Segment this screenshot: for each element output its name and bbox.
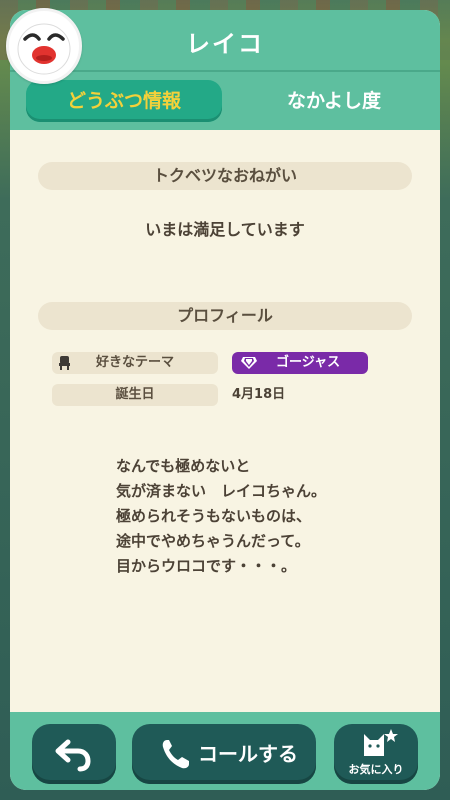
special-request-text: いまは満足しています: [145, 220, 305, 239]
back-button[interactable]: [32, 724, 116, 784]
favorite-button[interactable]: お気に入り: [334, 724, 418, 784]
favorite-theme-value: ゴージャス: [232, 352, 368, 374]
panel-content: トクベツなおねがい いまは満足しています プロフィール 好きなテーマ ゴージャス…: [10, 130, 440, 720]
back-arrow-icon: [54, 736, 94, 776]
favorite-theme-value-text: ゴージャス: [276, 355, 341, 370]
diamond-icon: [240, 356, 258, 378]
birthday-value: 4月18日: [232, 387, 286, 402]
tab-friendship[interactable]: なかよし度: [236, 80, 432, 122]
bio-line: 途中でやめちゃうんだって。: [116, 532, 310, 550]
tab-animal-info[interactable]: どうぶつ情報: [26, 80, 222, 122]
panel-footer: コールする お気に入り: [10, 712, 440, 790]
chair-icon: [58, 355, 72, 379]
phone-icon: [160, 738, 190, 774]
call-button-label: コールする: [198, 742, 298, 766]
favorite-theme-label: 好きなテーマ: [52, 352, 218, 374]
favorite-theme-label-text: 好きなテーマ: [95, 355, 174, 370]
bio-line: 極められそうもないものは、: [116, 507, 312, 525]
profile-heading: プロフィール: [38, 302, 412, 330]
bio-line: 目からウロコです・・・。: [116, 557, 297, 575]
special-request-heading: トクベツなおねがい: [38, 162, 412, 190]
birthday-label: 誕生日: [52, 384, 218, 406]
villager-info-panel: レイコ どうぶつ情報 なかよし度 トクベツなおねがい いまは満足しています プロ…: [10, 10, 440, 790]
penguin-avatar-icon: [6, 8, 82, 84]
villager-bio: なんでも極めないと 気が済まない レイコちゃん。 極められそうもないものは、 途…: [116, 454, 416, 579]
call-button[interactable]: コールする: [132, 724, 316, 784]
bio-line: なんでも極めないと: [116, 457, 251, 475]
bio-line: 気が済まない レイコちゃん。: [116, 482, 327, 500]
cat-star-icon: [358, 728, 398, 764]
favorite-button-label: お気に入り: [348, 763, 404, 776]
